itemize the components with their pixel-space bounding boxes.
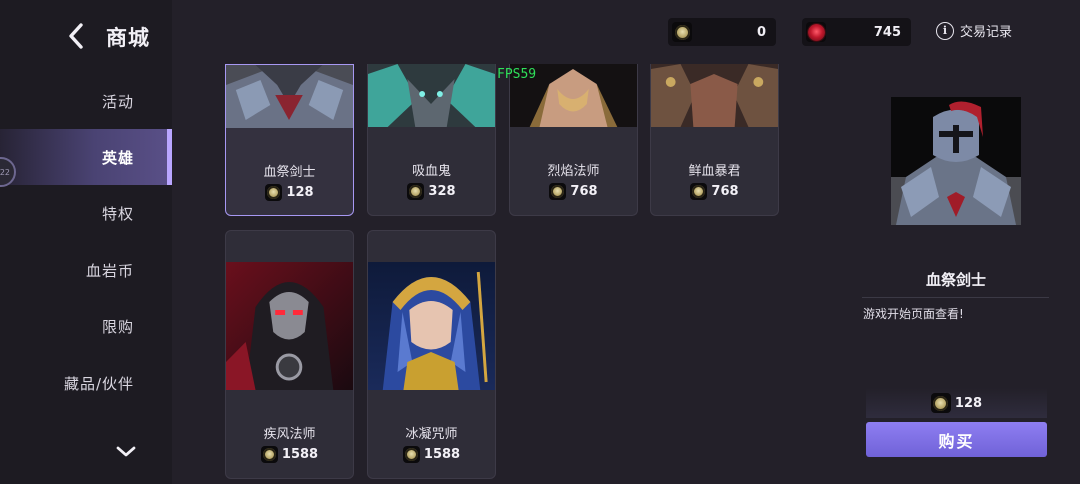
hero-price-value: 768 [570,184,598,199]
selected-hero-name: 血祭剑士 [925,271,986,289]
sidebar-item-activities[interactable]: 活动 [0,73,172,129]
side-handle-label: 22 [0,167,10,177]
gold-coin-icon [549,183,567,200]
sidebar-item-label: 限购 [101,317,134,336]
hero-card-blood-tyrant[interactable]: 鲜血暴君 768 [650,64,779,216]
hero-price: 328 [368,183,495,200]
chevron-left-icon [69,23,83,49]
info-icon: i [936,21,954,40]
fps-counter: FPS59 [497,67,537,82]
divider [862,297,1049,298]
hero-price-value: 1588 [281,447,319,462]
hero-price: 768 [510,183,637,200]
scroll-down-button[interactable] [114,442,138,462]
hero-name: 疾风法师 [263,427,316,442]
gold-coin-icon [402,446,420,463]
gold-coin-icon [407,183,425,200]
chevron-down-icon [116,446,136,457]
purchase-price: 128 [866,388,1047,418]
sidebar-item-collectibles[interactable]: 藏品/伙伴 [0,355,172,411]
hero-price-value: 1588 [423,447,461,462]
hero-card-frost-sorceress[interactable]: 冰凝咒师 1588 [367,230,496,479]
hero-portrait [651,64,778,127]
selected-hero-portrait [891,97,1021,225]
sidebar-item-heroes[interactable]: 英雄 [0,129,172,185]
sidebar-item-privileges[interactable]: 特权 [0,185,172,241]
hero-portrait [368,262,495,390]
gold-coin-icon [930,393,951,413]
hero-card-flame-mage[interactable]: 烈焰法师 768 [509,64,638,216]
hero-price: 1588 [368,446,495,463]
gold-coin-icon [672,22,692,42]
hero-price: 1588 [226,446,353,463]
gold-currency-display[interactable]: 0 [668,18,776,46]
sidebar-item-label: 英雄 [101,148,134,167]
gold-coin-icon [690,183,708,200]
sidebar: 商城 活动 英雄 特权 血岩币 限购 藏品/伙伴 [0,0,172,484]
back-button[interactable] [64,22,88,50]
sidebar-item-label: 活动 [101,92,134,111]
gem-currency-display[interactable]: 745 [802,18,911,46]
gold-currency-value: 0 [756,24,766,40]
hero-name: 血祭剑士 [263,165,316,180]
hero-portrait [368,64,495,127]
purchase-price-value: 128 [954,395,983,411]
hero-card-blood-swordsman[interactable]: 血祭剑士 128 [225,64,354,216]
sidebar-item-limited[interactable]: 限购 [0,298,172,354]
page-title: 商城 [106,26,150,50]
hero-name: 吸血鬼 [411,164,451,179]
sidebar-item-label: 血岩币 [85,261,134,280]
buy-button[interactable]: 购买 [866,422,1047,457]
gold-coin-icon [260,446,278,463]
hero-card-vampire[interactable]: 吸血鬼 328 [367,64,496,216]
transaction-history-label: 交易记录 [960,25,1013,40]
sidebar-item-label: 特权 [101,204,134,223]
gold-coin-icon [265,184,283,201]
sidebar-item-label: 藏品/伙伴 [63,374,134,393]
transaction-history-button[interactable]: i 交易记录 [936,21,1012,40]
hero-card-wind-mage[interactable]: 疾风法师 1588 [225,230,354,479]
hero-portrait [226,65,353,128]
sidebar-item-bloodstone-coins[interactable]: 血岩币 [0,242,172,298]
hero-price-value: 768 [711,184,739,199]
hero-name: 鲜血暴君 [688,164,741,179]
blood-gem-icon [806,22,826,42]
hero-price: 128 [226,184,353,201]
hero-name: 烈焰法师 [547,164,600,179]
hero-portrait [226,262,353,390]
hero-price-value: 328 [428,184,456,199]
hero-price: 768 [651,183,778,200]
hero-name: 冰凝咒师 [405,427,458,442]
gem-currency-value: 745 [873,24,901,40]
hero-price-value: 128 [286,185,314,200]
selected-hero-description: 游戏开始页面查看! [863,307,964,321]
